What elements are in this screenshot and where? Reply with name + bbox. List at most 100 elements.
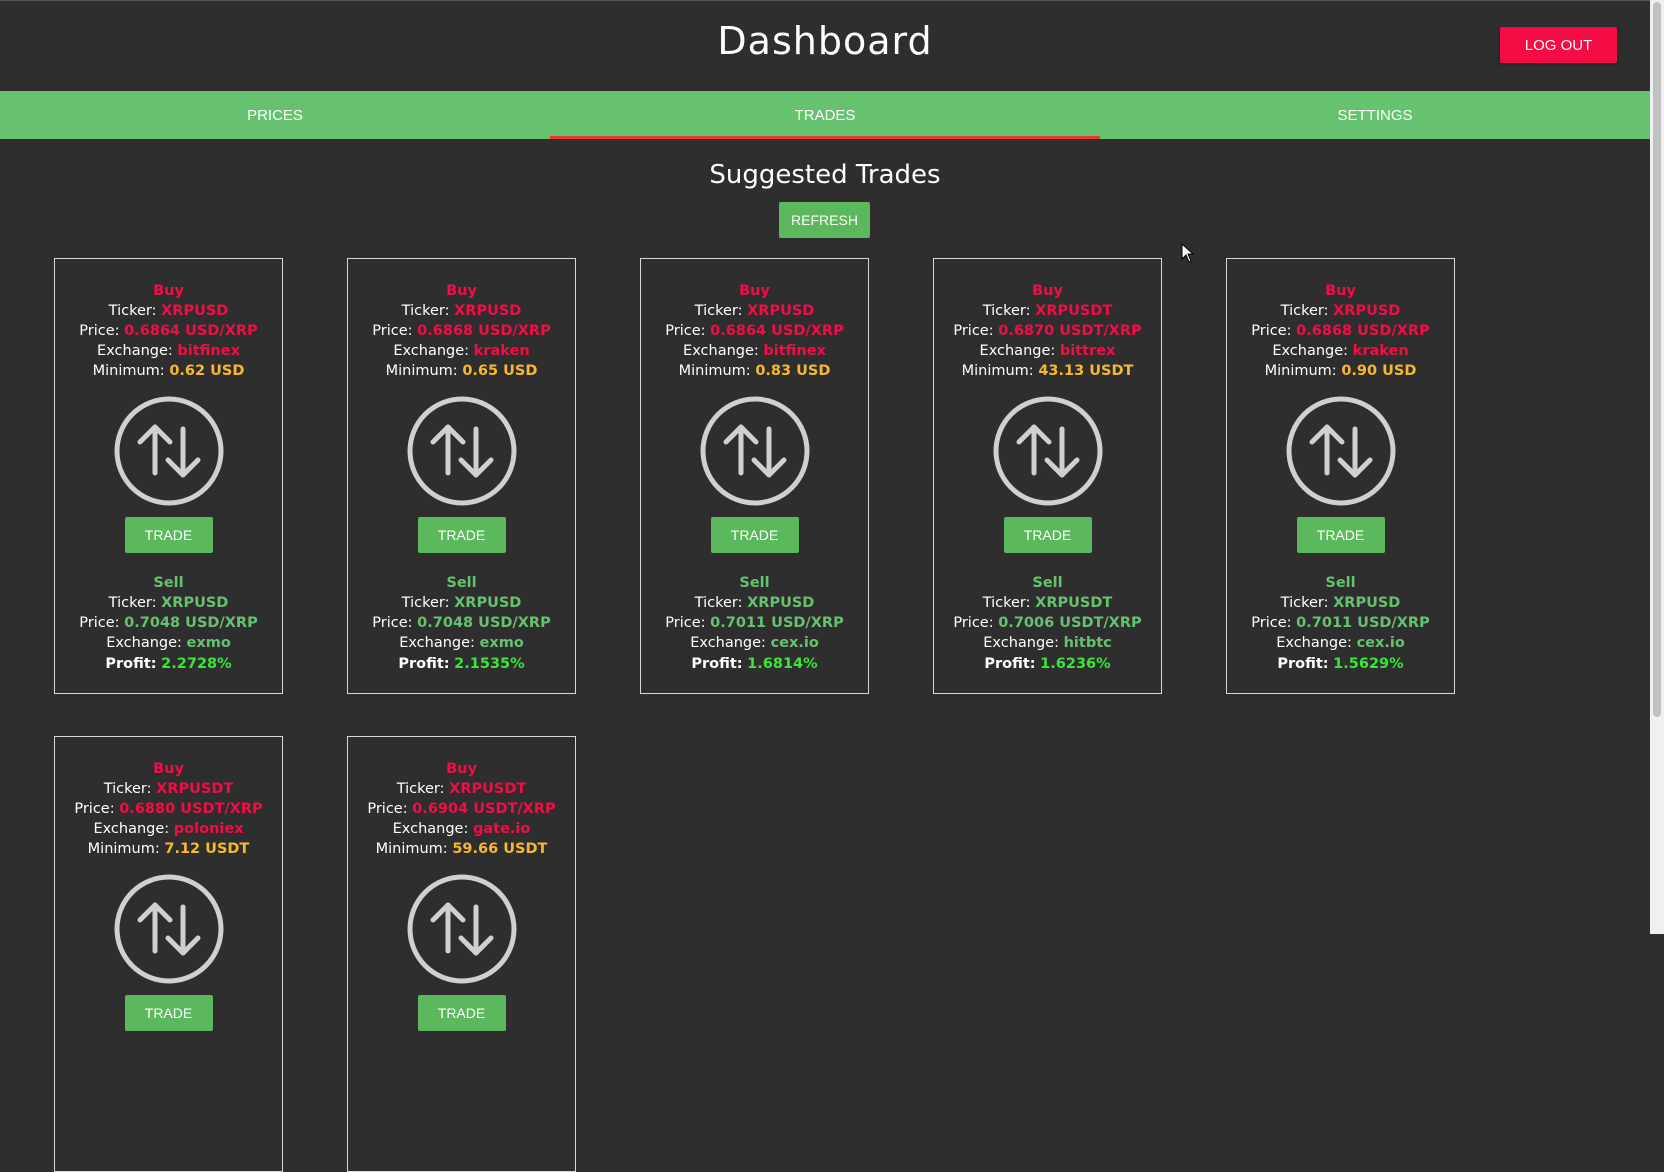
trade-button[interactable]: TRADE — [1296, 517, 1385, 553]
sell-ticker: XRPUSDT — [1035, 595, 1113, 611]
buy-exchange: kraken — [473, 343, 530, 359]
profit-label: Profit: — [398, 656, 450, 672]
sell-ticker: XRPUSD — [454, 595, 522, 611]
buy-exchange-row: Exchange: kraken — [1227, 341, 1454, 361]
exchange-label: Exchange: — [399, 635, 475, 651]
price-label: Price: — [79, 323, 120, 339]
ticker-label: Ticker: — [982, 595, 1031, 611]
buy-ticker-row: Ticker: XRPUSDT — [348, 779, 575, 799]
scrollbar-thumb[interactable] — [1653, 2, 1661, 717]
minimum-label: Minimum: — [87, 841, 160, 857]
ticker-label: Ticker: — [694, 303, 743, 319]
ticker-label: Ticker: — [1280, 303, 1329, 319]
buy-minimum-row: Minimum: 0.90 USD — [1227, 361, 1454, 381]
buy-label: Buy — [739, 283, 770, 299]
buy-exchange: poloniex — [173, 821, 244, 837]
sell-exchange-row: Exchange: cex.io — [641, 633, 868, 653]
ticker-label: Ticker: — [103, 781, 152, 797]
sell-price: 0.7048 USD/XRP — [417, 615, 551, 631]
price-label: Price: — [372, 323, 413, 339]
sell-exchange-row: Exchange: hitbtc — [934, 633, 1161, 653]
sell-price-row: Price: 0.7006 USDT/XRP — [934, 613, 1161, 633]
profit-row: Profit: 1.5629% — [1227, 653, 1454, 675]
price-label: Price: — [665, 323, 706, 339]
profit-value: 1.5629% — [1333, 656, 1404, 672]
buy-exchange-row: Exchange: bittrex — [934, 341, 1161, 361]
price-label: Price: — [1251, 323, 1292, 339]
vertical-scrollbar[interactable] — [1650, 0, 1664, 934]
minimum-label: Minimum: — [385, 363, 458, 379]
trade-card: Buy Ticker: XRPUSD Price: 0.6864 USD/XRP Ex… — [640, 258, 869, 694]
section-heading: Suggested Trades — [709, 160, 941, 190]
sell-exchange: cex.io — [1356, 635, 1405, 651]
sell-price: 0.7048 USD/XRP — [124, 615, 258, 631]
trade-button[interactable]: TRADE — [124, 517, 213, 553]
buy-ticker-row: Ticker: XRPUSD — [55, 301, 282, 321]
trade-button[interactable]: TRADE — [124, 995, 213, 1031]
buy-ticker-row: Ticker: XRPUSD — [1227, 301, 1454, 321]
buy-minimum: 7.12 USDT — [164, 841, 250, 857]
sell-ticker-row: Ticker: XRPUSD — [1227, 593, 1454, 613]
buy-label: Buy — [153, 283, 184, 299]
buy-ticker: XRPUSD — [454, 303, 522, 319]
sell-label: Sell — [1325, 575, 1356, 591]
buy-ticker: XRPUSDT — [449, 781, 527, 797]
buy-label: Buy — [1032, 283, 1063, 299]
exchange-label: Exchange: — [690, 635, 766, 651]
price-label: Price: — [665, 615, 706, 631]
sell-price: 0.7011 USD/XRP — [710, 615, 844, 631]
trade-button[interactable]: TRADE — [710, 517, 799, 553]
logout-button[interactable]: LOG OUT — [1500, 27, 1617, 63]
tab-settings[interactable]: SETTINGS — [1100, 91, 1650, 139]
sell-block: Sell Ticker: XRPUSD Price: 0.7011 USD/XRP E… — [641, 573, 868, 675]
sell-block: Sell Ticker: XRPUSD Price: 0.7048 USD/XRP E… — [55, 573, 282, 675]
sell-price: 0.7006 USDT/XRP — [998, 615, 1142, 631]
refresh-button[interactable]: REFRESH — [779, 202, 870, 238]
trade-button[interactable]: TRADE — [417, 517, 506, 553]
price-label: Price: — [79, 615, 120, 631]
tab-prices[interactable]: PRICES — [0, 91, 550, 139]
trade-card: Buy Ticker: XRPUSDT Price: 0.6870 USDT/XRP… — [933, 258, 1162, 694]
swap-vertical-icon — [114, 396, 223, 506]
buy-minimum: 43.13 USDT — [1038, 363, 1134, 379]
trade-button[interactable]: TRADE — [1003, 517, 1092, 553]
buy-ticker: XRPUSD — [161, 303, 229, 319]
ticker-label: Ticker: — [1280, 595, 1329, 611]
buy-exchange: bitfinex — [763, 343, 826, 359]
sell-label: Sell — [446, 575, 477, 591]
buy-price-row: Price: 0.6904 USDT/XRP — [348, 799, 575, 819]
buy-price: 0.6870 USDT/XRP — [998, 323, 1142, 339]
buy-minimum-row: Minimum: 43.13 USDT — [934, 361, 1161, 381]
sell-ticker-row: Ticker: XRPUSD — [55, 593, 282, 613]
ticker-label: Ticker: — [108, 595, 157, 611]
buy-minimum-row: Minimum: 0.65 USD — [348, 361, 575, 381]
buy-ticker-row: Ticker: XRPUSDT — [55, 779, 282, 799]
buy-minimum: 59.66 USDT — [452, 841, 548, 857]
buy-exchange-row: Exchange: gate.io — [348, 819, 575, 839]
trade-card: Buy Ticker: XRPUSDT Price: 0.6904 USDT/XRP… — [347, 736, 576, 1172]
profit-label: Profit: — [1277, 656, 1329, 672]
buy-price-row: Price: 0.6864 USD/XRP — [641, 321, 868, 341]
exchange-label: Exchange: — [392, 821, 469, 837]
buy-price: 0.6904 USDT/XRP — [412, 801, 556, 817]
buy-exchange-row: Exchange: poloniex — [55, 819, 282, 839]
tab-trades[interactable]: TRADES — [550, 91, 1100, 139]
buy-price-row: Price: 0.6868 USD/XRP — [348, 321, 575, 341]
exchange-label: Exchange: — [1272, 343, 1349, 359]
sell-price-row: Price: 0.7011 USD/XRP — [1227, 613, 1454, 633]
trade-card: Buy Ticker: XRPUSD Price: 0.6864 USD/XRP Ex… — [54, 258, 283, 694]
ticker-label: Ticker: — [401, 303, 450, 319]
sell-block: Sell Ticker: XRPUSDT Price: 0.7006 USDT/XR… — [934, 573, 1161, 675]
buy-label: Buy — [446, 761, 477, 777]
buy-exchange: gate.io — [472, 821, 531, 837]
buy-exchange-row: Exchange: bitfinex — [641, 341, 868, 361]
trade-button[interactable]: TRADE — [417, 995, 506, 1031]
exchange-label: Exchange: — [683, 343, 759, 359]
sell-exchange: exmo — [186, 635, 231, 651]
exchange-label: Exchange: — [93, 821, 170, 837]
swap-vertical-icon — [700, 396, 809, 506]
buy-ticker: XRPUSDT — [1035, 303, 1113, 319]
sell-label: Sell — [1032, 575, 1063, 591]
app-header: Dashboard LOG OUT — [0, 0, 1650, 91]
profit-value: 1.6236% — [1040, 656, 1111, 672]
